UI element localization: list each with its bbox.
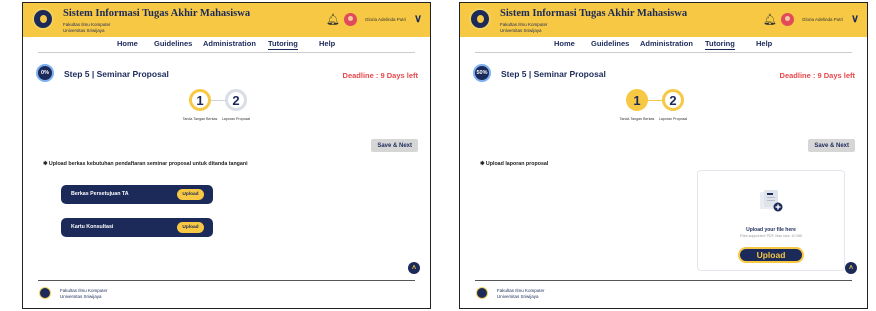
org-line2: Universitas Sriwijaya	[500, 28, 542, 33]
step-label-2: Laporan Proposal	[221, 117, 251, 121]
step-circle-2[interactable]: 2	[225, 89, 247, 111]
nav-divider	[38, 52, 415, 53]
stepper-connector	[648, 100, 662, 101]
nav-help[interactable]: Help	[756, 39, 772, 48]
university-logo	[32, 8, 54, 30]
nav-administration[interactable]: Administration	[640, 39, 693, 48]
footer-divider	[475, 280, 852, 281]
step-title: Step 5 | Seminar Proposal	[64, 69, 169, 79]
nav-administration[interactable]: Administration	[203, 39, 256, 48]
app-title: Sistem Informasi Tugas Akhir Mahasiswa	[63, 8, 251, 19]
step-label-2: Laporan Proposal	[658, 117, 688, 121]
top-bar: Sistem Informasi Tugas Akhir Mahasiswa F…	[23, 3, 430, 37]
avatar[interactable]	[781, 13, 794, 26]
step-circle-1[interactable]: 1	[626, 89, 648, 111]
app-title: Sistem Informasi Tugas Akhir Mahasiswa	[500, 8, 688, 19]
footer-logo	[39, 287, 51, 299]
nav-home[interactable]: Home	[554, 39, 575, 48]
save-next-button[interactable]: Save & Next	[371, 139, 418, 152]
scroll-top-icon[interactable]: ˄	[408, 262, 420, 274]
card-label: Kartu Konsultasi	[71, 224, 114, 230]
university-logo	[469, 8, 491, 30]
scroll-top-icon[interactable]: ˄	[845, 262, 857, 274]
screen-left: Sistem Informasi Tugas Akhir Mahasiswa F…	[22, 2, 431, 309]
nav-home[interactable]: Home	[117, 39, 138, 48]
org-line1: Fakultas Ilmu Komputer	[500, 22, 548, 27]
screen-right: Sistem Informasi Tugas Akhir Mahasiswa F…	[459, 2, 868, 309]
nav-divider	[475, 52, 852, 53]
org-line2: Universitas Sriwijaya	[63, 28, 105, 33]
nav-guidelines[interactable]: Guidelines	[154, 39, 192, 48]
chevron-down-icon[interactable]: ∨	[414, 12, 422, 25]
upload-card-konsultasi: Kartu Konsultasi Upload	[61, 218, 213, 237]
upload-button[interactable]: Upload	[177, 222, 204, 233]
deadline-text: Deadline : 9 Days left	[779, 71, 855, 80]
step-circle-1[interactable]: 1	[189, 89, 211, 111]
upload-button[interactable]: Upload	[177, 189, 204, 200]
footer-line1: Fakultas Ilmu Komputer	[497, 288, 545, 293]
stepper-connector	[211, 100, 225, 101]
org-line1: Fakultas Ilmu Komputer	[63, 22, 111, 27]
nav-guidelines[interactable]: Guidelines	[591, 39, 629, 48]
progress-badge: 0%	[36, 64, 54, 82]
avatar[interactable]	[344, 13, 357, 26]
footer-line2: Universitas Sriwijaya	[60, 294, 102, 299]
top-bar: Sistem Informasi Tugas Akhir Mahasiswa F…	[460, 3, 867, 37]
section-label: ✱ Upload laporan proposal	[480, 161, 549, 167]
section-label: ✱ Upload berkas kebutuhan pendaftaran se…	[43, 161, 248, 167]
step-circle-2[interactable]: 2	[662, 89, 684, 111]
upload-card-persetujuan: Berkas Persetujuan TA Upload	[61, 185, 213, 204]
nav-tutoring[interactable]: Tutoring	[705, 39, 735, 50]
progress-badge: 50%	[473, 64, 491, 82]
save-next-button[interactable]: Save & Next	[808, 139, 855, 152]
file-dropzone[interactable]: Upload your file here Files supported: P…	[697, 170, 845, 271]
deadline-text: Deadline : 9 Days left	[342, 71, 418, 80]
nav-help[interactable]: Help	[319, 39, 335, 48]
bell-icon[interactable]: 🔔︎	[763, 13, 777, 26]
nav-tutoring[interactable]: Tutoring	[268, 39, 298, 50]
user-name[interactable]: Gloria Adelinda Putri	[802, 17, 843, 22]
footer-line1: Fakultas Ilmu Komputer	[60, 288, 108, 293]
dropzone-heading: Upload your file here	[746, 227, 796, 233]
footer-line2: Universitas Sriwijaya	[497, 294, 539, 299]
dropzone-subtext: Files supported: PDF, Max size: 10 MB	[740, 234, 802, 238]
chevron-down-icon[interactable]: ∨	[851, 12, 859, 25]
card-label: Berkas Persetujuan TA	[71, 191, 129, 197]
bell-icon[interactable]: 🔔︎	[326, 13, 340, 26]
upload-button[interactable]: Upload	[738, 247, 804, 263]
footer-logo	[476, 287, 488, 299]
footer-divider	[38, 280, 415, 281]
step-title: Step 5 | Seminar Proposal	[501, 69, 606, 79]
step-label-1: Tanda Tangan Berkas	[182, 117, 218, 121]
user-name[interactable]: Gloria Adelinda Putri	[365, 17, 406, 22]
document-upload-icon	[760, 190, 783, 212]
step-label-1: Tanda Tangan Berkas	[619, 117, 655, 121]
